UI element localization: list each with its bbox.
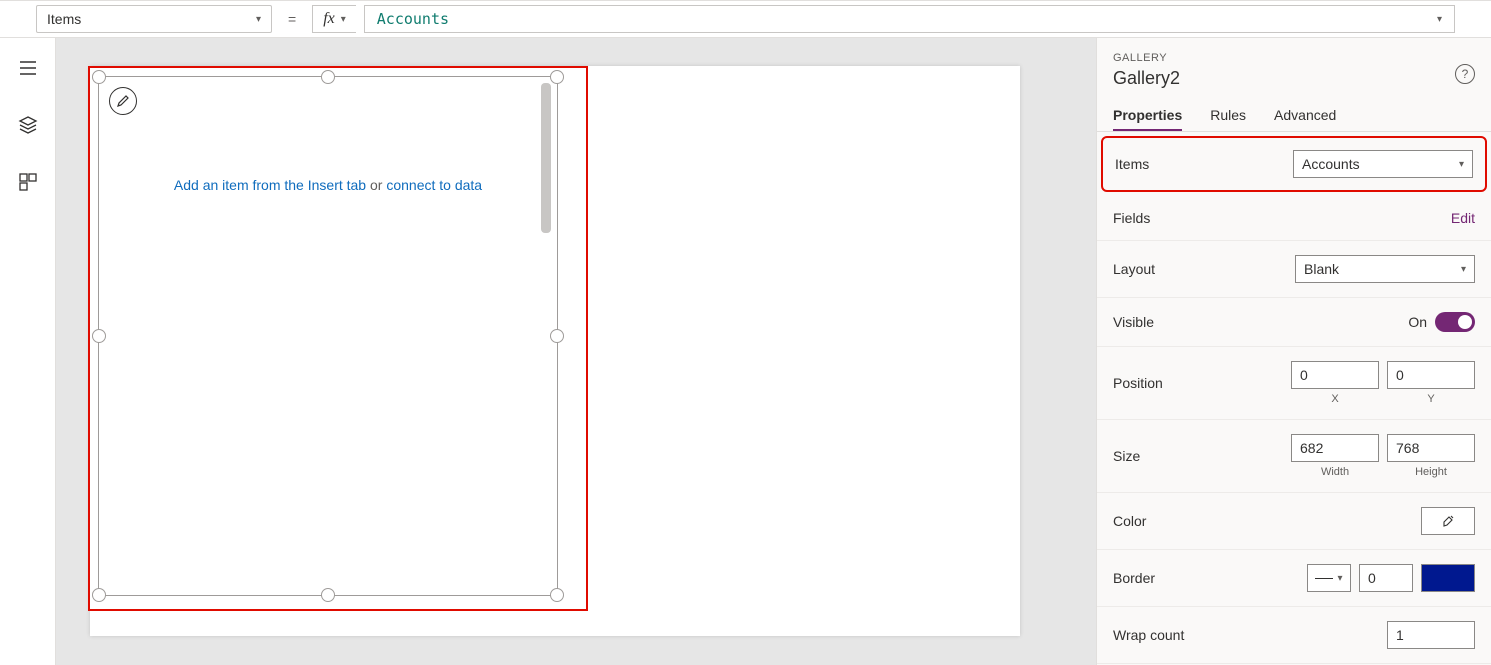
prop-wrap-label: Wrap count	[1113, 627, 1184, 643]
property-selector-label: Items	[47, 11, 81, 27]
connect-data-link[interactable]: connect to data	[386, 177, 482, 193]
panel-tabs: Properties Rules Advanced	[1113, 101, 1475, 131]
chevron-down-icon: ▾	[1459, 159, 1464, 170]
toggle-knob	[1458, 315, 1472, 329]
panel-header: GALLERY Gallery2 ? Properties Rules Adva…	[1097, 38, 1491, 132]
prop-color-label: Color	[1113, 513, 1146, 529]
resize-handle[interactable]	[550, 70, 564, 84]
border-width-input[interactable]: 0	[1359, 564, 1413, 592]
resize-handle[interactable]	[92, 588, 106, 602]
prop-layout-label: Layout	[1113, 261, 1155, 277]
wrap-count-input[interactable]: 1	[1387, 621, 1475, 649]
prop-items: Items Accounts ▾	[1101, 136, 1487, 192]
prop-fields-label: Fields	[1113, 210, 1150, 226]
resize-handle[interactable]	[550, 329, 564, 343]
panel-kind: GALLERY	[1113, 52, 1475, 64]
prop-border-label: Border	[1113, 570, 1155, 586]
gallery-control[interactable]: Add an item from the Insert tab or conne…	[98, 76, 558, 596]
size-h-input[interactable]: 768	[1387, 434, 1475, 462]
layout-value: Blank	[1304, 261, 1339, 277]
resize-handle[interactable]	[321, 70, 335, 84]
toggle-switch[interactable]	[1435, 312, 1475, 332]
tab-advanced[interactable]: Advanced	[1274, 101, 1336, 131]
chevron-down-icon: ▾	[1437, 14, 1442, 25]
prop-border: Border ▾ 0	[1097, 550, 1491, 607]
gallery-edit-button[interactable]	[109, 87, 137, 115]
fields-edit-link[interactable]: Edit	[1451, 210, 1475, 226]
position-x-sub: X	[1331, 393, 1338, 405]
position-x-input[interactable]: 0	[1291, 361, 1379, 389]
property-selector[interactable]: Items ▾	[36, 5, 272, 33]
gallery-scrollbar[interactable]	[541, 83, 551, 233]
chevron-down-icon: ▾	[1461, 264, 1466, 275]
color-picker[interactable]	[1421, 507, 1475, 535]
properties-panel: GALLERY Gallery2 ? Properties Rules Adva…	[1096, 38, 1491, 665]
chevron-down-icon: ▾	[256, 14, 261, 25]
pencil-icon	[116, 94, 130, 108]
insert-tab-link[interactable]: Add an item from the Insert tab	[174, 177, 366, 193]
hamburger-icon[interactable]	[18, 58, 38, 81]
equals-sign: =	[280, 1, 304, 37]
hint-or: or	[366, 177, 386, 193]
chevron-down-icon: ▾	[341, 14, 346, 25]
left-rail	[0, 38, 56, 665]
prop-color: Color	[1097, 493, 1491, 550]
formula-input[interactable]: Accounts ▾	[364, 5, 1455, 33]
items-value: Accounts	[1302, 156, 1360, 172]
border-style-select[interactable]: ▾	[1307, 564, 1351, 592]
formula-text: Accounts	[377, 10, 449, 28]
components-icon[interactable]	[18, 172, 38, 195]
formula-bar: Items ▾ = fx ▾ Accounts ▾	[0, 0, 1491, 38]
panel-title: Gallery2	[1113, 68, 1475, 89]
prop-size-label: Size	[1113, 448, 1140, 464]
help-icon[interactable]: ?	[1455, 64, 1475, 84]
gallery-hint: Add an item from the Insert tab or conne…	[99, 177, 557, 193]
layout-select[interactable]: Blank ▾	[1295, 255, 1475, 283]
position-y-input[interactable]: 0	[1387, 361, 1475, 389]
prop-size: Size 682 Width 768 Height	[1097, 420, 1491, 493]
fx-button[interactable]: fx ▾	[312, 5, 356, 33]
resize-handle[interactable]	[321, 588, 335, 602]
tab-rules[interactable]: Rules	[1210, 101, 1246, 131]
resize-handle[interactable]	[92, 70, 106, 84]
prop-position: Position 0 X 0 Y	[1097, 347, 1491, 420]
resize-handle[interactable]	[92, 329, 106, 343]
size-w-input[interactable]: 682	[1291, 434, 1379, 462]
prop-layout: Layout Blank ▾	[1097, 241, 1491, 298]
gallery-selection[interactable]: Add an item from the Insert tab or conne…	[88, 66, 588, 611]
prop-items-label: Items	[1115, 156, 1149, 172]
size-w-sub: Width	[1321, 466, 1349, 478]
chevron-down-icon: ▾	[1337, 573, 1342, 584]
canvas-area[interactable]: Add an item from the Insert tab or conne…	[56, 38, 1096, 665]
position-y-sub: Y	[1427, 393, 1434, 405]
visible-toggle[interactable]: On	[1408, 312, 1475, 332]
paint-icon	[1440, 513, 1456, 529]
layers-icon[interactable]	[18, 115, 38, 138]
main: Add an item from the Insert tab or conne…	[0, 38, 1491, 665]
resize-handle[interactable]	[550, 588, 564, 602]
prop-fields: Fields Edit	[1097, 196, 1491, 241]
line-icon	[1315, 578, 1333, 579]
items-select[interactable]: Accounts ▾	[1293, 150, 1473, 178]
border-color-picker[interactable]	[1421, 564, 1475, 592]
size-h-sub: Height	[1415, 466, 1447, 478]
prop-position-label: Position	[1113, 375, 1163, 391]
prop-wrap: Wrap count 1	[1097, 607, 1491, 664]
prop-visible: Visible On	[1097, 298, 1491, 347]
fx-icon: fx	[323, 10, 335, 28]
visible-state: On	[1408, 314, 1427, 330]
prop-visible-label: Visible	[1113, 314, 1154, 330]
tab-properties[interactable]: Properties	[1113, 101, 1182, 131]
